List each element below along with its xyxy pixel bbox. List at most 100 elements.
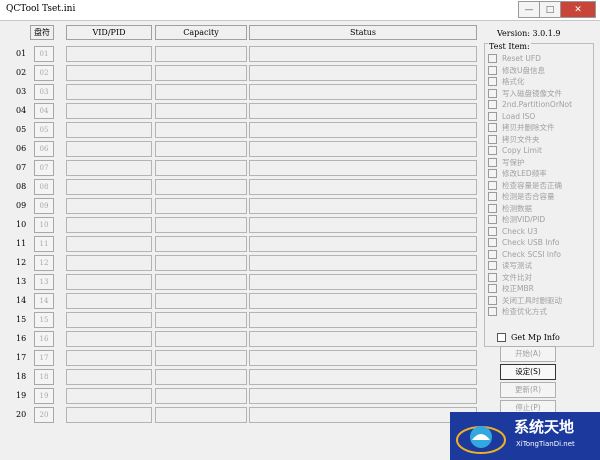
- port-button[interactable]: 10: [34, 217, 54, 233]
- close-button[interactable]: ✕: [560, 1, 596, 18]
- update-button[interactable]: 更新(R): [500, 382, 556, 398]
- test-item-label: Check USB Info: [502, 238, 560, 247]
- vidpid-column-header: VID/PID: [66, 25, 152, 40]
- port-button[interactable]: 12: [34, 255, 54, 271]
- test-item-checkbox[interactable]: [488, 261, 497, 270]
- status-cell: [249, 274, 477, 290]
- test-item[interactable]: Load ISO: [488, 111, 535, 122]
- watermark: 系统天地 XiTongTianDi.net: [450, 412, 600, 460]
- port-button[interactable]: 11: [34, 236, 54, 252]
- minimize-button[interactable]: —: [518, 1, 539, 18]
- test-item[interactable]: Copy Limit: [488, 145, 542, 156]
- port-button[interactable]: 14: [34, 293, 54, 309]
- port-number: 15: [16, 315, 27, 324]
- test-item-checkbox[interactable]: [488, 192, 497, 201]
- port-row: 14 14: [0, 293, 480, 311]
- port-button[interactable]: 09: [34, 198, 54, 214]
- port-row: 16 16: [0, 331, 480, 349]
- port-button[interactable]: 20: [34, 407, 54, 423]
- start-button[interactable]: 开始(A): [500, 346, 556, 362]
- get-mp-info-checkbox[interactable]: [497, 333, 506, 342]
- test-item-checkbox[interactable]: [488, 180, 497, 190]
- test-item-checkbox[interactable]: [488, 100, 497, 109]
- title-bar: QCTool Tset.ini — □ ✕: [0, 0, 600, 21]
- test-item[interactable]: 拷贝并删除文件: [488, 122, 555, 133]
- test-item[interactable]: 2nd.PartitionOrNot: [488, 99, 572, 110]
- port-button[interactable]: 06: [34, 141, 54, 157]
- test-item-checkbox[interactable]: [488, 272, 497, 282]
- test-item[interactable]: 检测是否合容量: [488, 191, 555, 202]
- settings-button[interactable]: 设定(S): [500, 364, 556, 380]
- test-item-checkbox[interactable]: [488, 157, 497, 167]
- port-button[interactable]: 07: [34, 160, 54, 176]
- test-item-checkbox[interactable]: [488, 226, 497, 236]
- vidpid-cell: [66, 198, 152, 214]
- maximize-button[interactable]: □: [539, 1, 560, 18]
- test-item[interactable]: 修改LED频率: [488, 168, 547, 179]
- test-item[interactable]: Check SCSI Info: [488, 249, 561, 260]
- port-button[interactable]: 03: [34, 84, 54, 100]
- port-row: 19 19: [0, 388, 480, 406]
- test-item-checkbox[interactable]: [488, 111, 497, 121]
- test-item[interactable]: 检测数据: [488, 203, 532, 214]
- port-button[interactable]: 15: [34, 312, 54, 328]
- port-button[interactable]: 05: [34, 122, 54, 138]
- capacity-cell: [155, 198, 247, 214]
- test-item[interactable]: 关闭工具时删驱动: [488, 295, 562, 306]
- get-mp-info-option[interactable]: Get Mp Info: [497, 333, 560, 342]
- capacity-cell: [155, 255, 247, 271]
- test-item[interactable]: 写入磁盘镜像文件: [488, 88, 562, 99]
- test-item-checkbox[interactable]: [488, 284, 497, 293]
- test-item[interactable]: 写保护: [488, 157, 525, 168]
- ini-name: Tset.ini: [42, 4, 76, 14]
- status-cell: [249, 350, 477, 366]
- status-cell: [249, 369, 477, 385]
- test-item-checkbox[interactable]: [488, 169, 497, 178]
- port-button[interactable]: 19: [34, 388, 54, 404]
- test-item-checkbox[interactable]: [488, 238, 497, 247]
- port-button[interactable]: 17: [34, 350, 54, 366]
- test-item[interactable]: Check USB Info: [488, 237, 559, 248]
- port-button[interactable]: 04: [34, 103, 54, 119]
- port-button[interactable]: 13: [34, 274, 54, 290]
- capacity-cell: [155, 84, 247, 100]
- status-cell: [249, 217, 477, 233]
- test-item-checkbox[interactable]: [488, 249, 497, 259]
- test-item[interactable]: 检测VID/PID: [488, 214, 545, 225]
- test-item-checkbox[interactable]: [488, 146, 497, 155]
- test-item-label: 检测VID/PID: [502, 215, 546, 224]
- disk-column-header: 盘符: [30, 25, 54, 40]
- test-item-checkbox[interactable]: [488, 134, 497, 144]
- test-item[interactable]: 检查容量是否正确: [488, 180, 562, 191]
- test-item[interactable]: 修改U盘信息: [488, 65, 545, 76]
- test-item-checkbox[interactable]: [488, 54, 497, 63]
- test-item[interactable]: 拷贝文件夹: [488, 134, 540, 145]
- port-button[interactable]: 18: [34, 369, 54, 385]
- test-item-checkbox[interactable]: [488, 215, 497, 224]
- test-item-checkbox[interactable]: [488, 88, 497, 98]
- test-item-checkbox[interactable]: [488, 123, 497, 132]
- test-item-checkbox[interactable]: [488, 77, 497, 86]
- vidpid-cell: [66, 350, 152, 366]
- test-item[interactable]: 检查优化方式: [488, 306, 547, 317]
- test-item[interactable]: Check U3: [488, 226, 538, 237]
- watermark-logo-icon: [456, 426, 506, 454]
- test-item[interactable]: 校正MBR: [488, 283, 534, 294]
- port-button[interactable]: 01: [34, 46, 54, 62]
- test-item[interactable]: 读写测试: [488, 260, 532, 271]
- port-button[interactable]: 08: [34, 179, 54, 195]
- test-item-checkbox[interactable]: [488, 65, 497, 75]
- port-row: 09 09: [0, 198, 480, 216]
- test-item-checkbox[interactable]: [488, 203, 497, 213]
- test-item[interactable]: Reset UFD: [488, 53, 541, 64]
- port-number: 16: [16, 334, 27, 343]
- capacity-cell: [155, 388, 247, 404]
- port-button[interactable]: 16: [34, 331, 54, 347]
- status-cell: [249, 407, 477, 423]
- test-item-checkbox[interactable]: [488, 295, 497, 305]
- test-item-checkbox[interactable]: [488, 307, 497, 316]
- test-item-label: 关闭工具时删驱动: [502, 295, 562, 305]
- port-button[interactable]: 02: [34, 65, 54, 81]
- test-item[interactable]: 文件比对: [488, 272, 532, 283]
- test-item[interactable]: 格式化: [488, 76, 525, 87]
